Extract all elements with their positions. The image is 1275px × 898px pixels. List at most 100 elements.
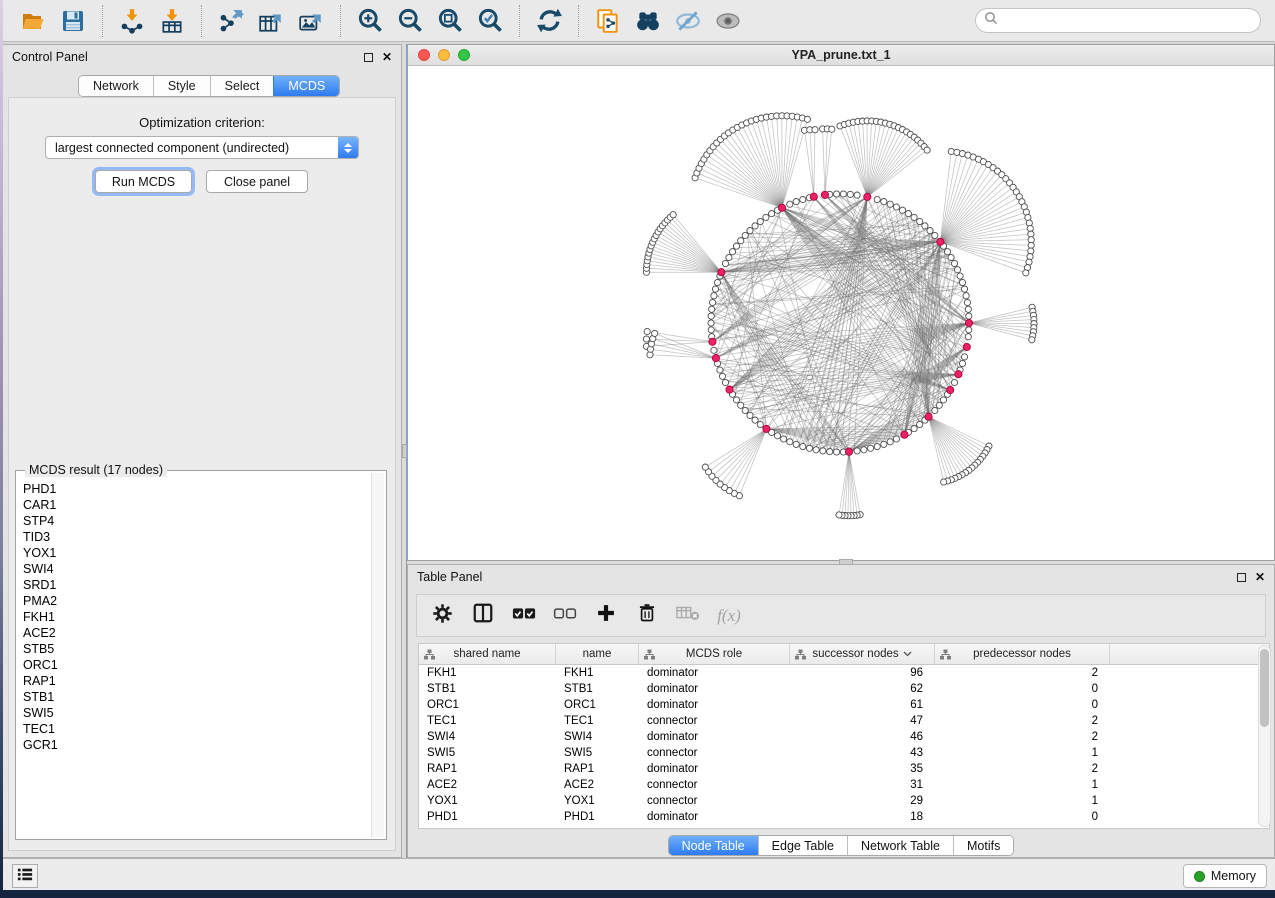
network-search-field[interactable]: [975, 8, 1261, 33]
delete-column-button[interactable]: [634, 603, 660, 629]
scrollbar-thumb[interactable]: [1260, 649, 1269, 727]
close-panel-button[interactable]: Close panel: [206, 170, 308, 193]
select-all-button[interactable]: [511, 603, 537, 629]
mcds-node[interactable]: [712, 355, 719, 362]
hide-selected-button[interactable]: [668, 3, 708, 39]
zoom-selected-button[interactable]: [470, 3, 510, 39]
deselect-all-button[interactable]: [552, 603, 578, 629]
mcds-node[interactable]: [778, 204, 785, 211]
close-panel-icon[interactable]: ✕: [1255, 573, 1265, 582]
zoom-fit-button[interactable]: [430, 3, 470, 39]
float-panel-icon[interactable]: [1237, 573, 1246, 582]
mcds-result-item[interactable]: TEC1: [18, 721, 370, 737]
table-row[interactable]: TEC1TEC1connector472: [419, 713, 1269, 729]
mcds-result-item[interactable]: ORC1: [18, 657, 370, 673]
column-header-mcds-role[interactable]: MCDS role: [639, 644, 790, 664]
cell-mcds-role: dominator: [639, 699, 790, 711]
mcds-node[interactable]: [864, 193, 871, 200]
mcds-result-item[interactable]: SWI5: [18, 705, 370, 721]
table-row[interactable]: FKH1FKH1dominator962: [419, 665, 1269, 681]
mcds-result-item[interactable]: PMA2: [18, 593, 370, 609]
mcds-node[interactable]: [937, 238, 944, 245]
save-session-button[interactable]: [53, 3, 93, 39]
open-session-button[interactable]: [13, 3, 53, 39]
close-panel-icon[interactable]: ✕: [382, 53, 392, 62]
refresh-button[interactable]: [529, 3, 569, 39]
memory-button[interactable]: Memory: [1183, 864, 1267, 888]
optimization-criterion-dropdown[interactable]: largest connected component (undirected): [45, 136, 359, 159]
mcds-result-item[interactable]: ACE2: [18, 625, 370, 641]
tab-edge-table[interactable]: Edge Table: [758, 836, 847, 855]
column-header-name[interactable]: name: [556, 644, 639, 664]
zoom-out-button[interactable]: [390, 3, 430, 39]
show-all-button[interactable]: [708, 3, 748, 39]
mcds-node[interactable]: [963, 343, 970, 350]
network-titlebar[interactable]: YPA_prune.txt_1: [408, 45, 1274, 66]
table-row[interactable]: STB1STB1dominator620: [419, 681, 1269, 697]
mcds-result-item[interactable]: STB1: [18, 689, 370, 705]
task-history-button[interactable]: [12, 864, 38, 888]
network-canvas[interactable]: [408, 66, 1274, 560]
table-row[interactable]: ORC1ORC1dominator610: [419, 697, 1269, 713]
table-settings-button[interactable]: [429, 603, 455, 629]
table-scrollbar[interactable]: [1258, 645, 1271, 827]
split-panel-button[interactable]: [470, 603, 496, 629]
tab-select[interactable]: Select: [210, 76, 274, 96]
mcds-node[interactable]: [810, 193, 817, 200]
sort-indicator-icon: [903, 651, 912, 657]
mcds-result-item[interactable]: FKH1: [18, 609, 370, 625]
table-row[interactable]: YOX1YOX1connector291: [419, 793, 1269, 809]
mcds-node[interactable]: [726, 386, 733, 393]
table-row[interactable]: SWI4SWI4dominator462: [419, 729, 1269, 745]
tab-style[interactable]: Style: [153, 76, 210, 96]
column-header-shared-name[interactable]: shared name: [419, 644, 556, 664]
mcds-list-scrollbar[interactable]: [371, 473, 384, 837]
create-column-button[interactable]: [593, 603, 619, 629]
search-input[interactable]: [1003, 13, 1252, 29]
mcds-node[interactable]: [763, 425, 770, 432]
mcds-result-item[interactable]: YOX1: [18, 545, 370, 561]
mcds-result-item[interactable]: TID3: [18, 529, 370, 545]
mcds-node[interactable]: [845, 448, 852, 455]
column-header-successor-nodes[interactable]: successor nodes: [790, 644, 935, 664]
float-panel-icon[interactable]: [364, 53, 373, 62]
clone-network-button[interactable]: [588, 3, 628, 39]
mcds-result-item[interactable]: SRD1: [18, 577, 370, 593]
table-row[interactable]: PHD1PHD1dominator180: [419, 809, 1269, 825]
tab-network[interactable]: Network: [79, 76, 153, 96]
delete-table-button[interactable]: [675, 603, 701, 629]
mcds-result-item[interactable]: GCR1: [18, 737, 370, 753]
export-image-button[interactable]: [291, 3, 331, 39]
mcds-node[interactable]: [925, 413, 932, 420]
first-neighbors-button[interactable]: [628, 3, 668, 39]
mcds-result-item[interactable]: SWI4: [18, 561, 370, 577]
tab-node-table[interactable]: Node Table: [669, 836, 758, 855]
mcds-node[interactable]: [821, 191, 828, 198]
import-network-button[interactable]: [112, 3, 152, 39]
mcds-node[interactable]: [955, 371, 962, 378]
function-builder-button[interactable]: f(x): [716, 603, 742, 629]
network-graph[interactable]: [408, 66, 1274, 560]
export-table-button[interactable]: [251, 3, 291, 39]
mcds-node[interactable]: [947, 386, 954, 393]
mcds-result-item[interactable]: PHD1: [18, 481, 370, 497]
mcds-node[interactable]: [718, 269, 725, 276]
mcds-node[interactable]: [965, 319, 972, 326]
table-row[interactable]: RAP1RAP1dominator352: [419, 761, 1269, 777]
table-row[interactable]: ACE2ACE2connector311: [419, 777, 1269, 793]
column-header-predecessor-nodes[interactable]: predecessor nodes: [935, 644, 1110, 664]
zoom-in-button[interactable]: [350, 3, 390, 39]
mcds-result-item[interactable]: STP4: [18, 513, 370, 529]
mcds-result-item[interactable]: CAR1: [18, 497, 370, 513]
mcds-result-item[interactable]: STB5: [18, 641, 370, 657]
tab-motifs[interactable]: Motifs: [953, 836, 1013, 855]
mcds-result-item[interactable]: RAP1: [18, 673, 370, 689]
run-mcds-button[interactable]: Run MCDS: [95, 170, 192, 193]
import-table-button[interactable]: [152, 3, 192, 39]
mcds-node[interactable]: [709, 338, 716, 345]
table-row[interactable]: SWI5SWI5connector431: [419, 745, 1269, 761]
tab-mcds[interactable]: MCDS: [273, 76, 339, 96]
export-network-button[interactable]: [211, 3, 251, 39]
mcds-node[interactable]: [901, 431, 908, 438]
tab-network-table[interactable]: Network Table: [847, 836, 953, 855]
